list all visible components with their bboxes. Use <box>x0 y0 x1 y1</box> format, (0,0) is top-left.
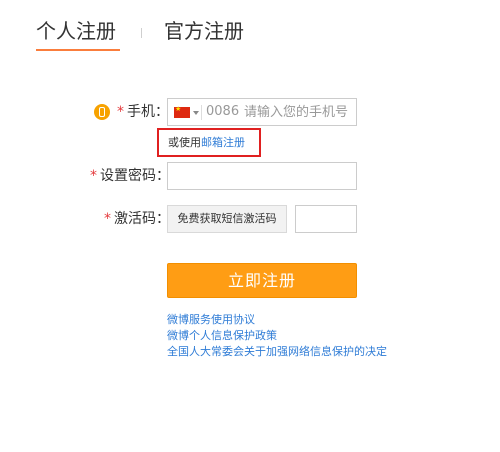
password-label: * 设置密码： <box>90 166 170 186</box>
tab-official-registration[interactable]: 官方注册 <box>164 18 244 44</box>
activation-label-text: 激活码： <box>114 211 170 227</box>
tab-personal-registration[interactable]: 个人注册 <box>36 18 116 44</box>
phone-input[interactable] <box>244 103 354 121</box>
chevron-down-icon[interactable] <box>193 111 199 115</box>
active-tab-underline <box>36 49 120 51</box>
country-divider <box>201 105 202 120</box>
agreement-links: 微博服务使用协议 微博个人信息保护政策 全国人大常委会关于加强网络信息保护的决定 <box>167 312 387 360</box>
required-mark: * <box>117 104 124 120</box>
get-sms-code-button[interactable]: 免费获取短信激活码 <box>167 205 287 233</box>
tab-divider <box>141 28 142 38</box>
phone-label: * 手机： <box>117 102 169 122</box>
phone-label-text: 手机： <box>127 104 169 120</box>
activation-code-input[interactable] <box>295 205 357 233</box>
weibo-privacy-policy-link[interactable]: 微博个人信息保护政策 <box>167 328 387 344</box>
password-label-text: 设置密码： <box>100 168 170 184</box>
register-button[interactable]: 立即注册 <box>167 263 357 298</box>
alt-prefix-text: 或使用 <box>168 136 201 149</box>
activation-label: * 激活码： <box>104 209 170 229</box>
required-mark: * <box>90 168 97 184</box>
required-mark: * <box>104 211 111 227</box>
password-input[interactable] <box>167 162 357 190</box>
phone-icon <box>94 104 110 120</box>
country-code: 0086 <box>206 104 240 119</box>
weibo-service-agreement-link[interactable]: 微博服务使用协议 <box>167 312 387 328</box>
china-flag-icon[interactable] <box>174 104 190 118</box>
email-registration-link[interactable]: 邮箱注册 <box>201 136 245 149</box>
email-registration-switch: 或使用邮箱注册 <box>157 128 261 157</box>
phone-field: 0086 <box>167 98 357 126</box>
npc-network-protection-decision-link[interactable]: 全国人大常委会关于加强网络信息保护的决定 <box>167 344 387 360</box>
